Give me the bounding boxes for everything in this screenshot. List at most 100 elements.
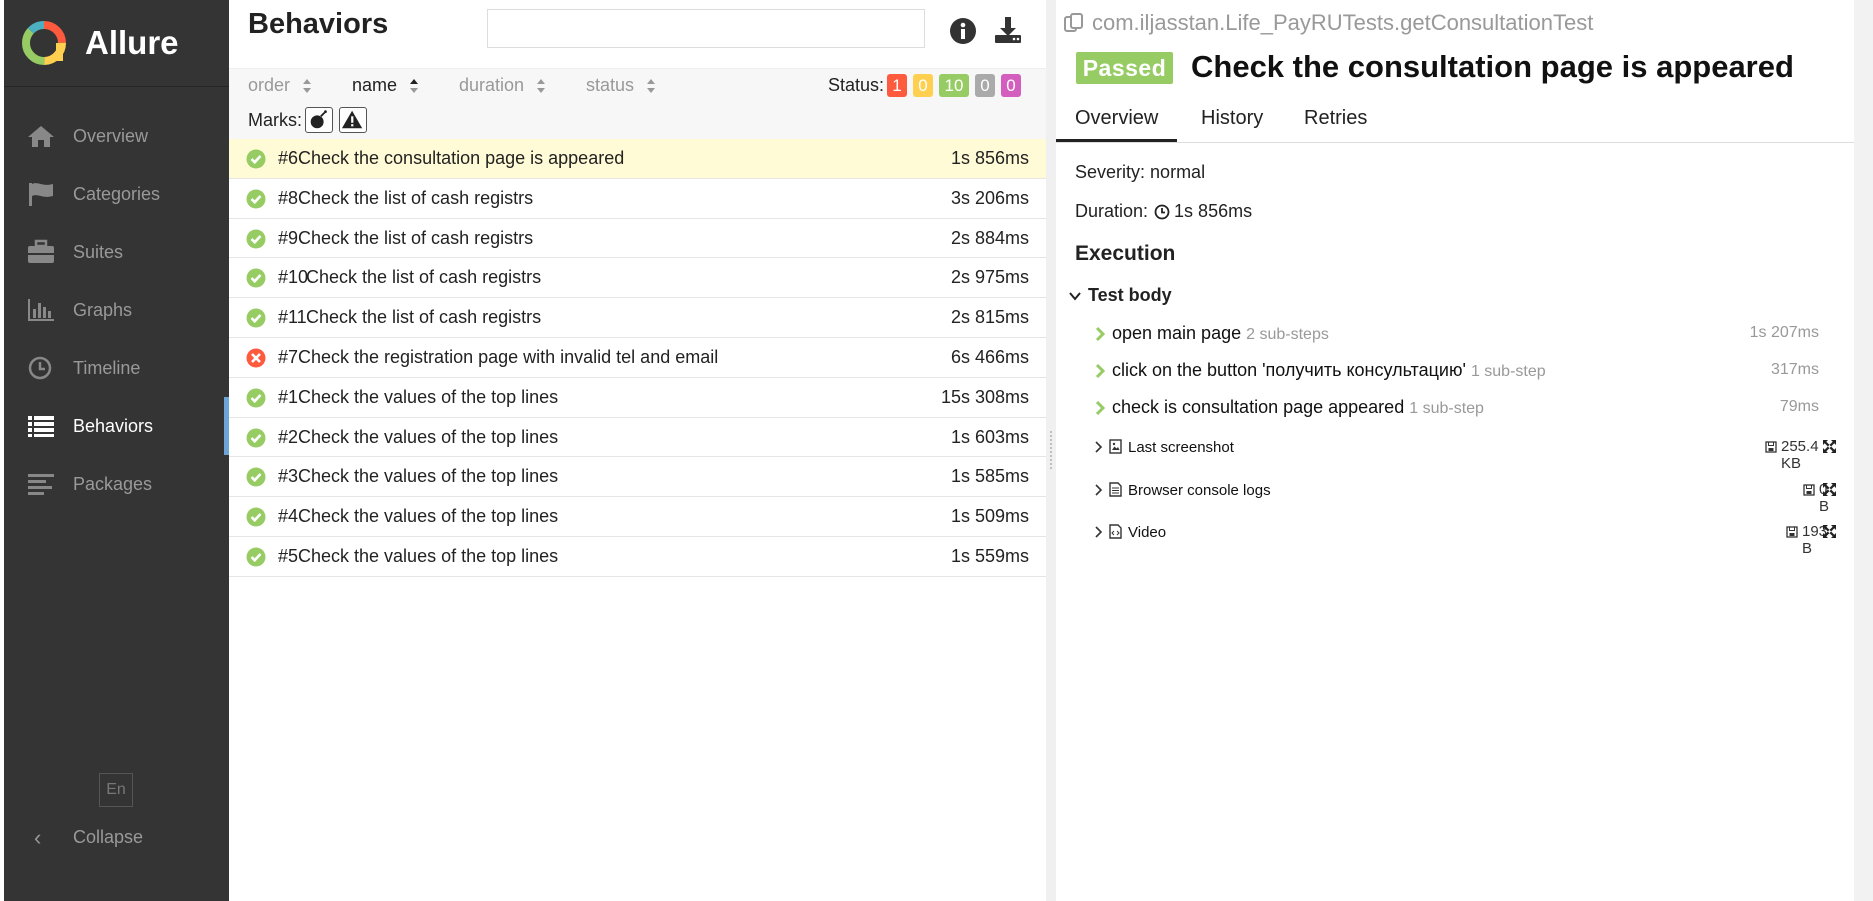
sidebar-item-overview[interactable]: Overview bbox=[4, 107, 229, 165]
test-name: Check the values of the top lines bbox=[298, 506, 559, 527]
collapse-button[interactable]: ‹ Collapse bbox=[4, 814, 229, 860]
sidebar-item-label: Packages bbox=[73, 474, 153, 494]
test-number: #9 bbox=[278, 227, 299, 248]
sidebar-item-categories[interactable]: Categories bbox=[4, 165, 229, 223]
sort-by-status[interactable]: status bbox=[586, 75, 656, 96]
clock-icon bbox=[28, 356, 52, 380]
step-name: open main page bbox=[1112, 323, 1242, 343]
floppy-disk-icon bbox=[1786, 526, 1798, 538]
test-name: Check the list of cash registrs bbox=[298, 227, 534, 248]
detail-tabs: Overview History Retries bbox=[1056, 95, 1854, 143]
sidebar-item-timeline[interactable]: Timeline bbox=[4, 339, 229, 397]
chevron-right-icon bbox=[1095, 326, 1106, 342]
sort-label: name bbox=[352, 75, 398, 95]
attachment-row[interactable]: Last screenshot 255.4 KB bbox=[1094, 435, 1837, 472]
chevron-right-icon bbox=[1095, 484, 1103, 496]
table-row[interactable]: #9 Check the list of cash registrs 2s 884m… bbox=[229, 219, 1046, 259]
language-switcher[interactable]: En bbox=[99, 773, 133, 807]
sort-by-duration[interactable]: duration bbox=[459, 75, 546, 96]
test-number: #6 bbox=[278, 148, 299, 168]
step-substeps: 1 sub-step bbox=[1409, 400, 1484, 417]
brand-header[interactable]: Allure bbox=[4, 0, 229, 87]
test-number: #4 bbox=[278, 506, 299, 527]
table-row[interactable]: #11 Check the list of cash registrs 2s 815… bbox=[229, 298, 1046, 338]
status-badge-failed[interactable]: 1 bbox=[887, 74, 907, 97]
chevron-down-icon bbox=[1069, 291, 1081, 301]
sidebar: Allure Overview Categories Suites Graphs… bbox=[0, 0, 229, 901]
sort-by-order[interactable]: order bbox=[248, 75, 312, 96]
splitter-grip[interactable] bbox=[1049, 430, 1053, 470]
step-name: check is consultation page appeared bbox=[1112, 397, 1405, 417]
tab-history[interactable]: History bbox=[1201, 107, 1263, 130]
download-icon[interactable] bbox=[992, 14, 1024, 46]
collapse-label: Collapse bbox=[73, 827, 144, 847]
mark-new-failed-toggle[interactable] bbox=[339, 107, 367, 133]
sidebar-item-behaviors[interactable]: Behaviors bbox=[4, 397, 229, 455]
passed-status-icon bbox=[246, 149, 266, 169]
sidebar-item-label: Suites bbox=[73, 242, 124, 262]
page-title: Behaviors bbox=[248, 8, 389, 40]
test-name: Check the registration page with invalid… bbox=[298, 346, 719, 367]
sidebar-item-label: Overview bbox=[73, 126, 149, 146]
tab-retries[interactable]: Retries bbox=[1304, 107, 1367, 130]
test-duration: 1s 856ms bbox=[950, 148, 1029, 168]
test-name: Check the values of the top lines bbox=[298, 466, 559, 487]
status-badge-unknown[interactable]: 0 bbox=[1001, 74, 1021, 97]
table-row[interactable]: #8 Check the list of cash registrs 3s 206m… bbox=[229, 179, 1046, 219]
sidebar-item-graphs[interactable]: Graphs bbox=[4, 281, 229, 339]
status-badge-skipped[interactable]: 0 bbox=[975, 74, 995, 97]
passed-status-icon bbox=[246, 547, 266, 567]
severity-value: normal bbox=[1150, 162, 1206, 182]
table-row[interactable]: #6 Check the consultation page is appeare… bbox=[229, 139, 1046, 179]
attachment-row[interactable]: Browser console logs 0 B bbox=[1094, 478, 1837, 515]
sidebar-item-packages[interactable]: Packages bbox=[4, 455, 229, 513]
passed-status-icon bbox=[246, 467, 266, 487]
pane-splitter[interactable] bbox=[1046, 0, 1056, 901]
attachment-name: Browser console logs bbox=[1128, 482, 1271, 499]
sidebar-item-suites[interactable]: Suites bbox=[4, 223, 229, 281]
bomb-icon bbox=[310, 110, 327, 129]
active-tab-indicator bbox=[1056, 139, 1177, 142]
execution-step[interactable]: click on the button 'получить консультац… bbox=[1094, 359, 1819, 385]
test-name: Check the list of cash registrs bbox=[306, 307, 542, 328]
expand-icon[interactable] bbox=[1822, 524, 1837, 539]
table-row[interactable]: #7 Check the registration page with inval… bbox=[229, 338, 1046, 378]
clock-icon bbox=[1154, 204, 1170, 219]
test-duration: 15s 308ms bbox=[940, 386, 1029, 407]
attachment-row[interactable]: Video 193 B bbox=[1094, 520, 1837, 557]
copy-icon[interactable] bbox=[1063, 12, 1085, 34]
expand-icon[interactable] bbox=[1822, 439, 1837, 454]
execution-step[interactable]: check is consultation page appeared 1 su… bbox=[1094, 396, 1819, 422]
test-number: #10 bbox=[278, 267, 309, 288]
table-row[interactable]: #3 Check the values of the top lines 1s 58… bbox=[229, 457, 1046, 498]
code-file-icon bbox=[1109, 524, 1122, 539]
test-number: #1 bbox=[278, 386, 299, 407]
info-icon[interactable] bbox=[949, 17, 977, 45]
test-number: #5 bbox=[278, 545, 299, 566]
failed-status-icon bbox=[246, 348, 266, 368]
severity-row: Severity: normal bbox=[1075, 162, 1205, 183]
test-body-toggle[interactable]: Test body bbox=[1068, 285, 1172, 306]
passed-status-icon bbox=[246, 189, 266, 209]
execution-step[interactable]: open main page 2 sub-steps 1s 207ms bbox=[1094, 322, 1819, 348]
table-row[interactable]: #1 Check the values of the top lines 15s 3… bbox=[229, 378, 1046, 418]
chevron-right-icon bbox=[1095, 363, 1106, 379]
test-title: Check the consultation page is appeared bbox=[1191, 49, 1794, 84]
table-row[interactable]: #2 Check the values of the top lines 1s 60… bbox=[229, 418, 1046, 458]
duration-row: Duration: 1s 856ms bbox=[1075, 201, 1252, 222]
expand-icon[interactable] bbox=[1822, 482, 1837, 497]
search-input[interactable] bbox=[487, 9, 925, 48]
test-number: #8 bbox=[278, 187, 299, 208]
tab-overview[interactable]: Overview bbox=[1075, 107, 1158, 130]
passed-status-icon bbox=[246, 229, 266, 249]
table-row[interactable]: #4 Check the values of the top lines 1s 50… bbox=[229, 497, 1046, 537]
sort-by-name[interactable]: name bbox=[352, 75, 419, 96]
mark-flaky-toggle[interactable] bbox=[305, 107, 333, 133]
behaviors-pane: Behaviors order name duration status Sta… bbox=[229, 0, 1046, 901]
scrollbar[interactable] bbox=[1854, 0, 1873, 901]
status-badge-broken[interactable]: 0 bbox=[913, 74, 933, 97]
test-duration: 1s 585ms bbox=[950, 466, 1029, 487]
table-row[interactable]: #10 Check the list of cash registrs 2s 975… bbox=[229, 258, 1046, 299]
table-row[interactable]: #5 Check the values of the top lines 1s 55… bbox=[229, 537, 1046, 577]
status-badge-passed[interactable]: 10 bbox=[939, 74, 969, 97]
